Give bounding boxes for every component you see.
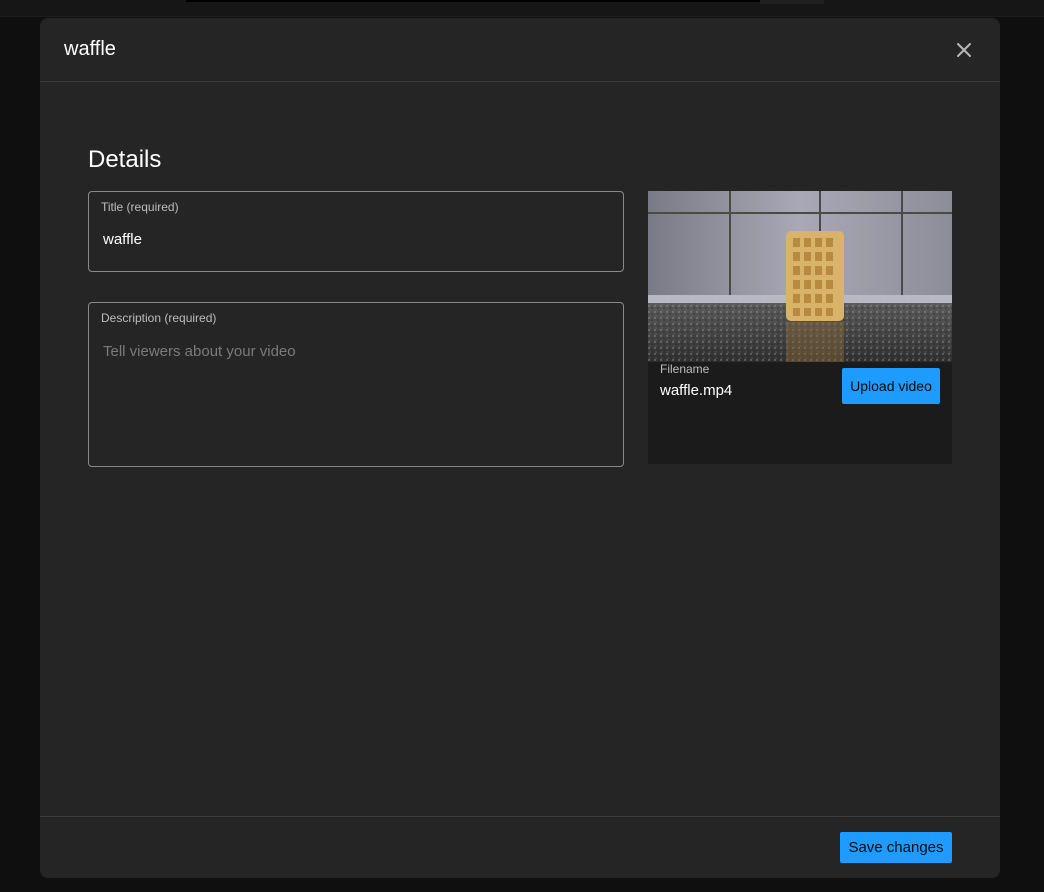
save-changes-button[interactable]: Save changes [840,832,952,863]
title-field[interactable]: Title (required) waffle [88,191,624,272]
backdrop-element [760,0,824,4]
close-button[interactable] [948,36,980,64]
filename-label: Filename [660,362,710,376]
dialog-title: waffle [64,38,116,60]
video-preview-card: Filename waffle.mp4 Upload video [648,191,952,464]
description-field[interactable]: Description (required) Tell viewers abou… [88,302,624,467]
description-input[interactable]: Tell viewers about your video [103,343,296,360]
upload-video-button[interactable]: Upload video [842,368,940,404]
backdrop-progress-bar [186,0,760,2]
title-input[interactable]: waffle [103,231,142,248]
video-thumbnail [648,191,952,362]
backdrop-top-bar [0,0,1044,17]
edit-video-dialog: waffle Details Title (required) waffle D… [40,18,1000,878]
dialog-footer: Save changes [40,816,1000,878]
description-field-label: Description (required) [101,311,217,325]
waffle-thumbnail-image [648,191,952,362]
filename-value: waffle.mp4 [660,382,733,399]
close-icon [957,43,971,57]
details-heading: Details [88,146,162,173]
dialog-header: waffle [40,18,1000,82]
title-field-label: Title (required) [101,200,179,214]
